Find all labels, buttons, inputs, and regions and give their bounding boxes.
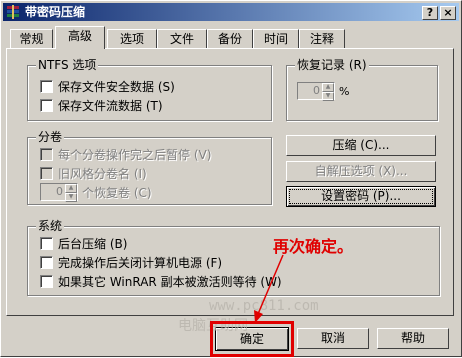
tab-advanced[interactable]: 高级 xyxy=(55,26,105,49)
annotation-highlight-box xyxy=(210,321,294,357)
dialog-window: 带密码压缩 ? × 常规 高级 选项 文件 备份 时间 注释 NTFS 选项 保… xyxy=(0,0,462,357)
annotation-arrow-icon xyxy=(254,254,284,323)
